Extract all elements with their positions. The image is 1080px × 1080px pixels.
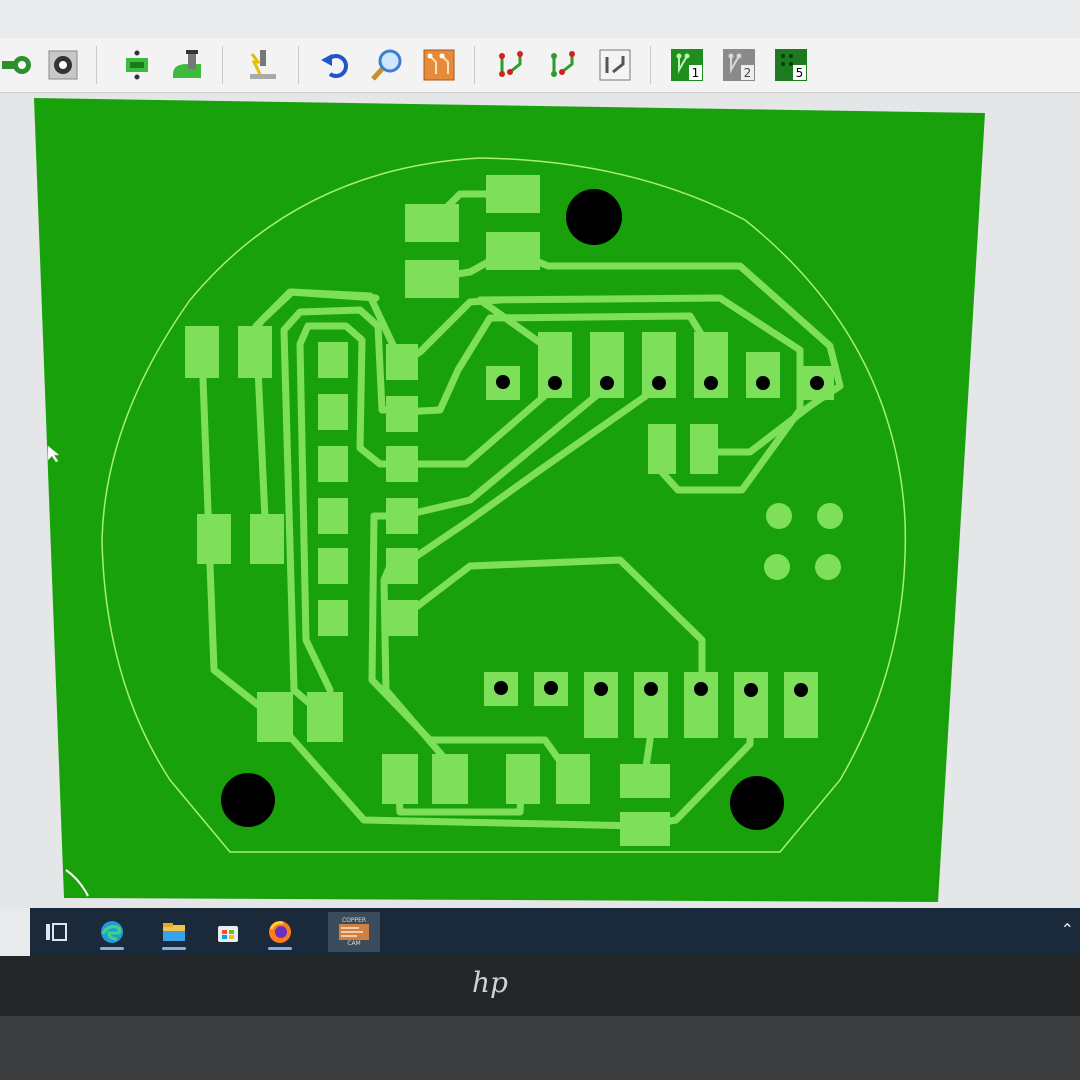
smd-pad	[318, 548, 348, 584]
zoom-icon[interactable]	[368, 46, 406, 84]
smd-pad	[486, 232, 540, 270]
monitor-bezel: hp	[0, 956, 1080, 1080]
toolbar: 1 2 5	[0, 38, 1080, 93]
app-tile-line-1: COPPER	[341, 917, 367, 924]
smd-pad	[257, 692, 293, 742]
route-net-icon[interactable]	[492, 46, 530, 84]
tray-chevron-up-icon[interactable]: ⌃	[1061, 920, 1074, 939]
drill-hole	[494, 681, 508, 695]
round-pad	[764, 554, 790, 580]
smd-pad	[185, 326, 219, 378]
drill-hole	[496, 375, 510, 389]
undo-icon[interactable]	[316, 46, 354, 84]
smd-pad	[386, 548, 418, 584]
smd-pad	[318, 498, 348, 534]
smd-pad	[238, 326, 272, 378]
round-pad	[817, 503, 843, 529]
mounting-hole	[566, 189, 622, 245]
smd-pad	[307, 692, 343, 742]
smd-pad	[620, 764, 670, 798]
drc-check-icon[interactable]	[244, 46, 282, 84]
toolbar-separator	[96, 46, 97, 84]
smd-pad	[486, 175, 540, 213]
round-pad	[766, 503, 792, 529]
file-explorer-icon[interactable]	[154, 914, 194, 950]
via-tool-icon[interactable]	[168, 46, 206, 84]
drill-hole	[744, 683, 758, 697]
store-icon[interactable]	[208, 914, 248, 950]
drill-hole	[694, 682, 708, 696]
smd-pad	[250, 514, 284, 564]
pad	[734, 672, 768, 738]
drill-hole	[704, 376, 718, 390]
mounting-hole	[730, 776, 784, 830]
smd-pad	[386, 344, 418, 380]
route-board-icon[interactable]	[596, 46, 634, 84]
pad	[584, 672, 618, 738]
smd-pad	[386, 600, 418, 636]
pad	[746, 352, 780, 398]
smd-pad	[318, 342, 348, 378]
toolbar-separator	[650, 46, 651, 84]
smd-pad	[432, 754, 468, 804]
firefox-icon[interactable]	[260, 914, 300, 950]
round-pad	[815, 554, 841, 580]
drill-hole	[794, 683, 808, 697]
monitor-screen: 1 2 5 COPPER CAM ⌃	[0, 0, 1080, 960]
smd-pad	[386, 396, 418, 432]
smd-pad	[386, 498, 418, 534]
bezel-lower	[0, 1016, 1080, 1080]
drill-hole	[756, 376, 770, 390]
smd-pad	[382, 754, 418, 804]
pad	[634, 672, 668, 738]
layer-2-label: 2	[744, 66, 752, 80]
drill-hole	[810, 376, 824, 390]
drill-hole	[548, 376, 562, 390]
track-tool-icon[interactable]	[0, 46, 38, 84]
drill-hole	[644, 682, 658, 696]
smd-pad-icon[interactable]	[118, 46, 156, 84]
smd-pad	[386, 446, 418, 482]
smd-pad	[556, 754, 590, 804]
toolbar-separator	[222, 46, 223, 84]
pad	[684, 672, 718, 738]
app-tile-line-2: CAM	[347, 940, 361, 947]
layer-1-label: 1	[692, 66, 700, 80]
coppercam-board-icon	[339, 924, 369, 940]
smd-pad	[197, 514, 231, 564]
route-net-alt-icon[interactable]	[544, 46, 582, 84]
smd-pad	[648, 424, 676, 474]
drill-hole	[544, 681, 558, 695]
toolbar-separator	[474, 46, 475, 84]
taskbar: COPPER CAM ⌃	[30, 908, 1080, 956]
board-canvas[interactable]	[0, 93, 1080, 908]
drill-hole	[594, 682, 608, 696]
layer-2-icon[interactable]: 2	[720, 46, 758, 84]
smd-pad	[318, 394, 348, 430]
pcb-view[interactable]	[0, 93, 1080, 908]
pad	[784, 672, 818, 738]
task-view-icon[interactable]	[36, 914, 76, 950]
layer-5-icon[interactable]: 5	[772, 46, 810, 84]
smd-pad	[405, 260, 459, 298]
layer-1-icon[interactable]: 1	[668, 46, 706, 84]
smd-pad	[405, 204, 459, 242]
coppercam-icon[interactable]: COPPER CAM	[328, 912, 380, 952]
hp-logo: hp	[472, 966, 508, 999]
smd-pad	[318, 600, 348, 636]
drill-hole	[600, 376, 614, 390]
smd-pad	[506, 754, 540, 804]
pad-tool-icon[interactable]	[44, 46, 82, 84]
smd-pad	[690, 424, 718, 474]
drill-hole	[652, 376, 666, 390]
smd-pad	[318, 446, 348, 482]
copper-board-icon[interactable]	[420, 46, 458, 84]
toolbar-separator	[298, 46, 299, 84]
layer-5-label: 5	[796, 66, 804, 80]
smd-pad	[620, 812, 670, 846]
edge-icon[interactable]	[92, 914, 132, 950]
mounting-hole	[221, 773, 275, 827]
